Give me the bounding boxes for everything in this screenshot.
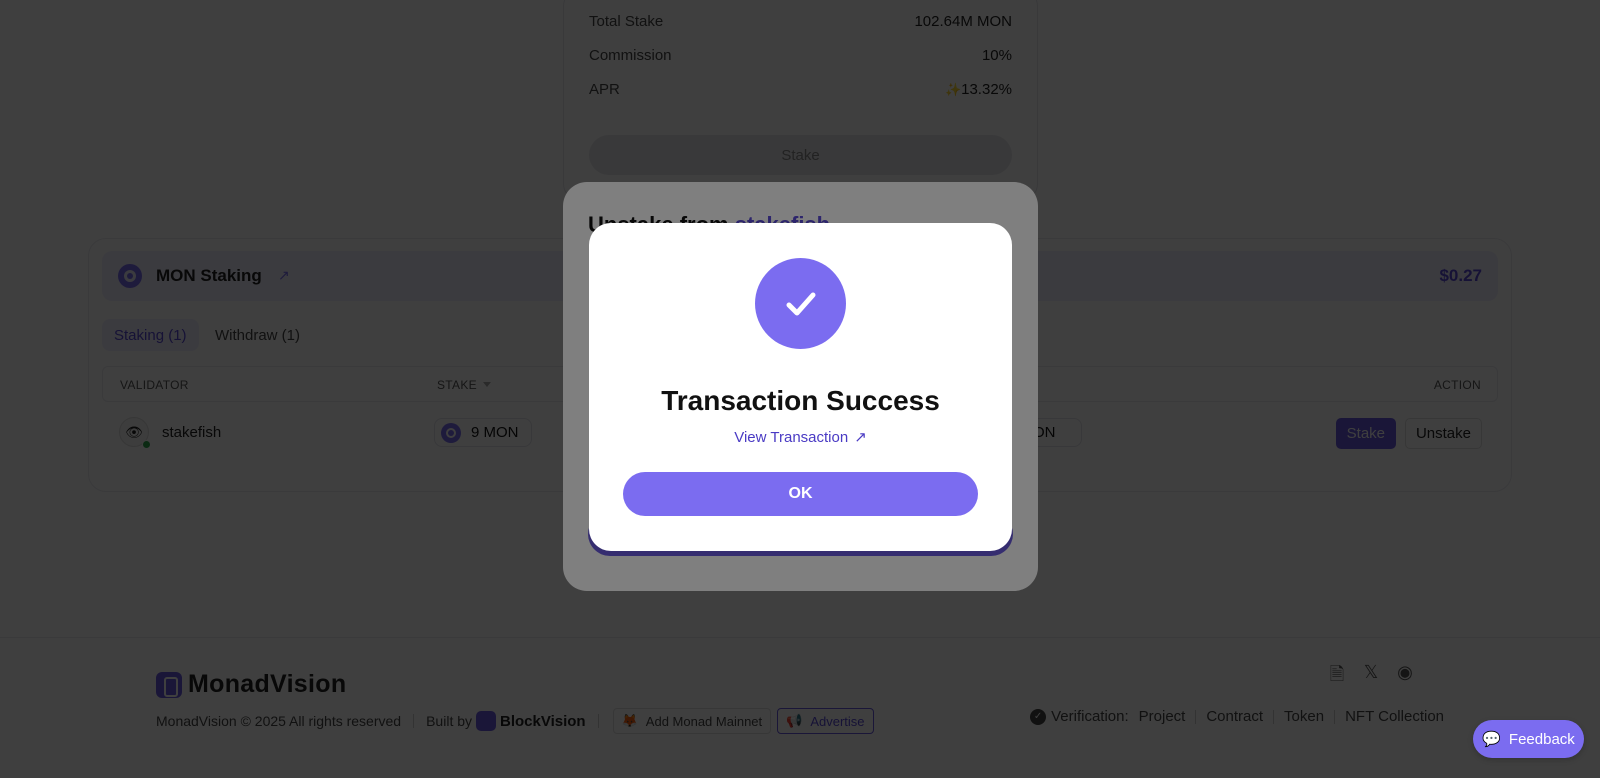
transaction-success-modal: Transaction Success View Transaction ↗ OK bbox=[589, 223, 1012, 551]
ok-button[interactable]: OK bbox=[623, 472, 978, 516]
feedback-button[interactable]: 💬 Feedback bbox=[1473, 720, 1584, 758]
feedback-icon: 💬 bbox=[1482, 731, 1501, 748]
feedback-label: Feedback bbox=[1508, 730, 1575, 748]
checkmark-icon bbox=[786, 292, 815, 315]
external-link-icon: ↗ bbox=[854, 429, 867, 446]
view-transaction-label: View Transaction bbox=[734, 429, 849, 446]
view-transaction-link[interactable]: View Transaction ↗ bbox=[589, 428, 1012, 446]
success-title: Transaction Success bbox=[661, 385, 940, 416]
success-check-icon bbox=[755, 258, 846, 349]
